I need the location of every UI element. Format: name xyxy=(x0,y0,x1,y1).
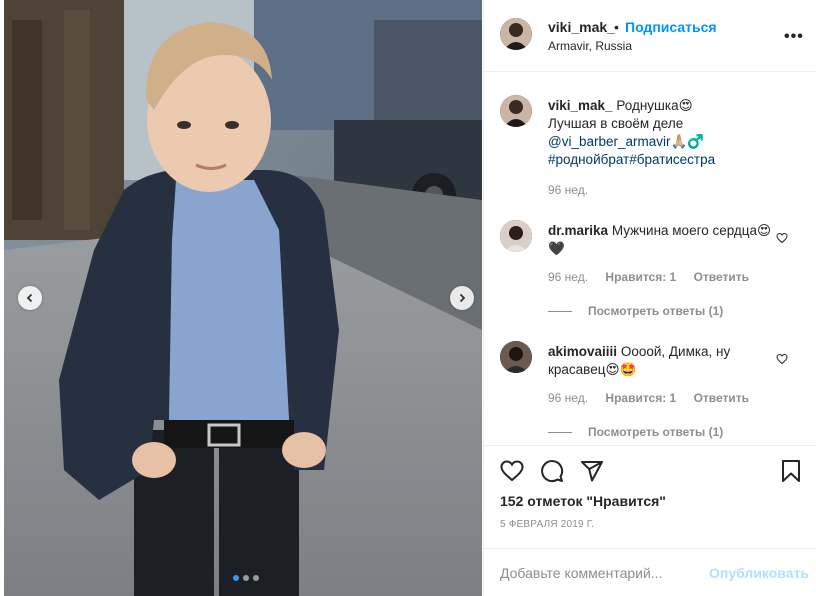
view-replies-label: Посмотреть ответы (1) xyxy=(588,425,724,439)
caption-username[interactable]: viki_mak_ xyxy=(548,98,613,113)
comment-likes[interactable]: Нравится: 1 xyxy=(605,391,676,405)
comment-likes[interactable]: Нравится: 1 xyxy=(605,270,676,284)
divider xyxy=(548,431,572,433)
mention-link[interactable]: @vi_barber_armavir xyxy=(548,134,671,149)
publish-button[interactable]: Опубликовать xyxy=(709,565,809,581)
post-location[interactable]: Armavir, Russia xyxy=(548,39,632,53)
reply-button[interactable]: Ответить xyxy=(694,391,749,405)
caption-line: Лучшая в своём деле xyxy=(548,116,684,131)
post-side-panel: viki_mak_ • Подписаться Armavir, Russia … xyxy=(483,0,816,596)
view-replies-label: Посмотреть ответы (1) xyxy=(588,304,724,318)
carousel-dot xyxy=(243,575,249,581)
reply-button[interactable]: Ответить xyxy=(694,270,749,284)
heart-icon[interactable] xyxy=(776,232,788,244)
caption-line: Роднушка😍 xyxy=(616,98,693,113)
post-date[interactable]: 5 ФЕВРАЛЯ 2019 Г. xyxy=(500,519,594,530)
post-author-username[interactable]: viki_mak_ xyxy=(548,19,615,35)
post-dialog: viki_mak_ • Подписаться Armavir, Russia … xyxy=(0,0,816,596)
divider xyxy=(548,310,572,312)
hashtag-link[interactable]: #роднойбрат#братисестра xyxy=(548,152,715,167)
follow-button[interactable]: Подписаться xyxy=(625,19,717,35)
carousel-dot xyxy=(233,575,239,581)
comment-icon[interactable] xyxy=(540,459,564,483)
carousel-indicator xyxy=(233,575,259,581)
comment-text: akimovaiiii Оооой, Димка, ну красавец😍🤩 xyxy=(548,343,774,379)
post-header: viki_mak_ • Подписаться Armavir, Russia … xyxy=(484,0,816,72)
comments-list[interactable]: viki_mak_ Роднушка😍 Лучшая в своём деле … xyxy=(484,73,816,445)
next-slide-button[interactable] xyxy=(450,286,474,310)
caption-text: viki_mak_ Роднушка😍 Лучшая в своём деле … xyxy=(548,97,774,169)
previous-slide-button[interactable] xyxy=(18,286,42,310)
more-icon[interactable]: ••• xyxy=(784,28,804,46)
heart-icon[interactable] xyxy=(500,459,524,483)
avatar[interactable] xyxy=(500,18,532,50)
caption-meta: 96 нед. xyxy=(548,183,602,197)
likes-count[interactable]: 152 отметок "Нравится" xyxy=(500,493,666,509)
caption-time[interactable]: 96 нед. xyxy=(548,183,588,197)
comment-meta: 96 нед. Нравится: 1 Ответить xyxy=(548,391,763,405)
photo-image xyxy=(4,0,482,596)
comment-time[interactable]: 96 нед. xyxy=(548,270,588,284)
post-photo[interactable] xyxy=(4,0,482,596)
avatar[interactable] xyxy=(500,220,532,252)
separator-dot: • xyxy=(614,19,619,35)
chevron-left-icon xyxy=(26,293,33,303)
chevron-right-icon xyxy=(459,293,466,303)
view-replies-button[interactable]: Посмотреть ответы (1) xyxy=(548,304,723,318)
avatar[interactable] xyxy=(500,95,532,127)
comment-username[interactable]: akimovaiiii xyxy=(548,344,617,359)
heart-icon[interactable] xyxy=(776,353,788,365)
comment-time[interactable]: 96 нед. xyxy=(548,391,588,405)
post-actions: 152 отметок "Нравится" 5 ФЕВРАЛЯ 2019 Г.… xyxy=(484,445,816,596)
share-icon[interactable] xyxy=(580,459,604,483)
caption-emoji: 🙏🏼♂️ xyxy=(670,134,705,149)
bookmark-icon[interactable] xyxy=(779,459,803,483)
comment-username[interactable]: dr.marika xyxy=(548,223,608,238)
view-replies-button[interactable]: Посмотреть ответы (1) xyxy=(548,425,723,439)
comment-text: dr.marika Мужчина моего сердца😍🖤 xyxy=(548,222,774,258)
comment-composer: Опубликовать xyxy=(484,548,816,596)
comment-input[interactable] xyxy=(500,565,700,581)
carousel-dot xyxy=(253,575,259,581)
comment-meta: 96 нед. Нравится: 1 Ответить xyxy=(548,270,763,284)
avatar[interactable] xyxy=(500,341,532,373)
